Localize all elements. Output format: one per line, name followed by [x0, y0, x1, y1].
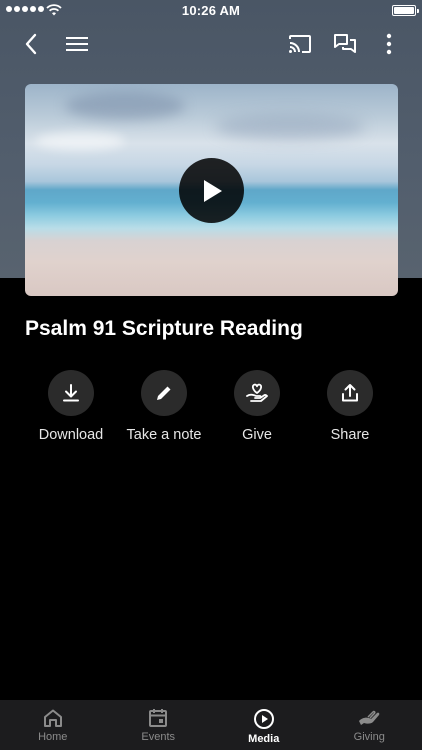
share-button[interactable]: Share: [300, 370, 400, 443]
back-button[interactable]: [13, 26, 49, 62]
download-icon: [63, 384, 79, 402]
play-icon: [203, 179, 222, 202]
menu-button[interactable]: [59, 26, 95, 62]
tab-events-label: Events: [141, 731, 176, 743]
share-label: Share: [330, 427, 370, 443]
tab-giving[interactable]: Giving: [317, 700, 422, 750]
more-vertical-icon: [386, 33, 392, 55]
share-icon-circle: [327, 370, 373, 416]
play-circle-icon: [253, 709, 274, 729]
tab-home-label: Home: [38, 731, 68, 743]
cast-icon: [289, 35, 311, 53]
thumbnail-cloud: [215, 114, 365, 140]
thumbnail-cloud: [65, 92, 185, 120]
top-nav: [0, 26, 422, 62]
pencil-icon-circle: [141, 370, 187, 416]
give-button[interactable]: Give: [207, 370, 307, 443]
chat-button[interactable]: [327, 26, 363, 62]
chevron-left-icon: [25, 33, 37, 55]
action-row: Download Take a note Give Share: [0, 370, 422, 450]
giving-hand-icon: [359, 710, 380, 725]
share-icon: [342, 384, 358, 402]
thumbnail-cloud: [35, 132, 125, 150]
tab-home[interactable]: Home: [0, 700, 106, 750]
tab-media-label: Media: [248, 733, 280, 745]
give-label: Give: [242, 427, 272, 443]
cast-button[interactable]: [282, 26, 318, 62]
play-button[interactable]: [179, 158, 244, 223]
calendar-icon: [149, 709, 168, 727]
give-icon-circle: [234, 370, 280, 416]
home-icon: [43, 709, 62, 727]
download-button[interactable]: Download: [21, 370, 121, 443]
take-note-button[interactable]: Take a note: [114, 370, 214, 443]
battery-icon: [392, 5, 419, 16]
download-label: Download: [38, 427, 104, 443]
pencil-icon: [157, 386, 171, 400]
media-title: Psalm 91 Scripture Reading: [25, 317, 303, 340]
bottom-tab-bar: Home Events Media Giving: [0, 700, 422, 750]
more-options-button[interactable]: [371, 26, 407, 62]
heart-hand-icon: [246, 383, 268, 402]
chat-icon: [334, 34, 356, 53]
tab-events[interactable]: Events: [106, 700, 212, 750]
status-bar: 10:26 AM: [0, 0, 422, 22]
status-time: 10:26 AM: [181, 3, 241, 18]
take-note-label: Take a note: [126, 427, 202, 443]
video-player[interactable]: [25, 84, 398, 296]
tab-giving-label: Giving: [353, 731, 385, 743]
menu-icon: [66, 37, 88, 51]
tab-media[interactable]: Media: [211, 700, 317, 750]
download-icon-circle: [48, 370, 94, 416]
